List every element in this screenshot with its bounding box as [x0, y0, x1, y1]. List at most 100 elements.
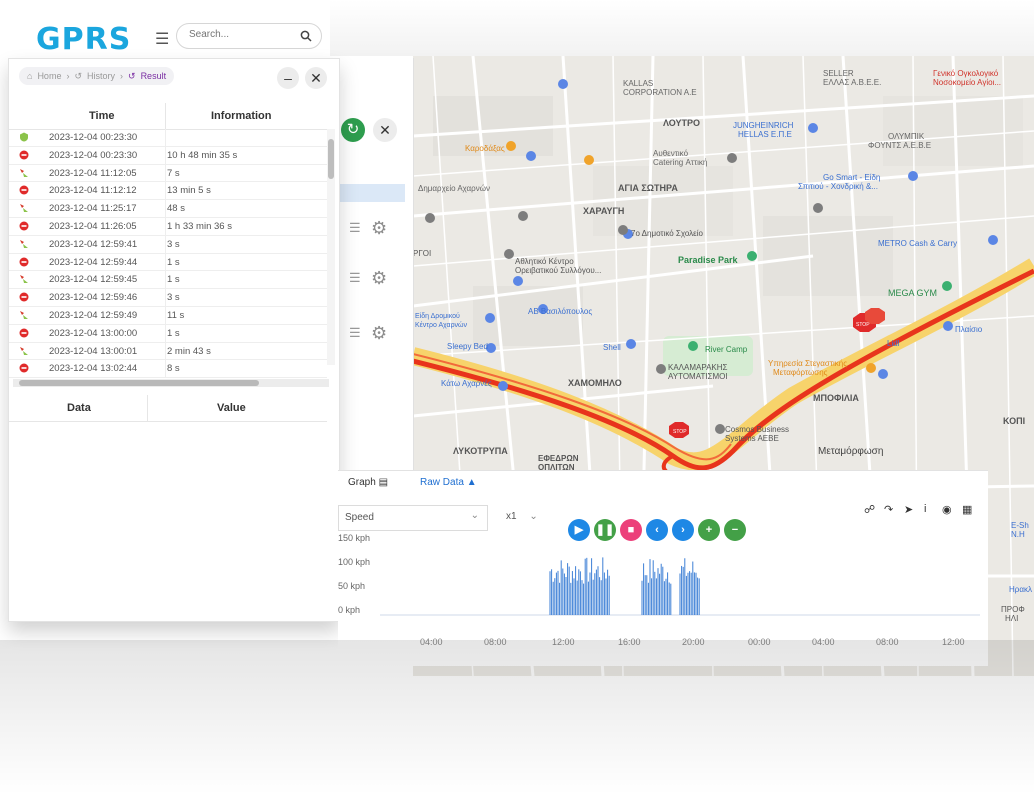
event-time: 2023-12-04 11:12:05: [49, 167, 137, 179]
speed-chart[interactable]: [380, 547, 980, 637]
result-panel: ⌂ Home › ↺ History › ↺ Result – ✕ Time I…: [8, 58, 340, 622]
app-logo[interactable]: GPRS: [36, 22, 131, 57]
stop-event-icon: [19, 221, 29, 231]
gear-icon[interactable]: ⚙: [371, 323, 387, 344]
history-icon[interactable]: ↺: [74, 71, 82, 82]
map-label: MEGA GYM: [888, 288, 937, 298]
history-icon: ↺: [128, 70, 136, 81]
event-time: 2023-12-04 00:23:30: [49, 149, 138, 161]
record-icon[interactable]: ◉: [942, 503, 952, 516]
table-row[interactable]: 2023-12-04 00:23:30 10 h 48 min 35 s: [9, 146, 327, 165]
breadcrumb-home[interactable]: Home: [37, 71, 61, 81]
map-label: Νοσοκομείο Αγίοι...: [933, 78, 1001, 87]
gear-icon[interactable]: ⚙: [371, 218, 387, 239]
event-information: 3 s: [167, 292, 180, 304]
y-tick-label: 100 kph: [338, 557, 371, 567]
search-box[interactable]: [176, 23, 322, 49]
table-row[interactable]: 2023-12-04 12:59:45 1 s: [9, 271, 327, 290]
event-time: 2023-12-04 12:59:44: [49, 256, 138, 268]
map-label: Καροδάξας: [465, 144, 505, 153]
table-row[interactable]: 2023-12-04 11:25:17 48 s: [9, 200, 327, 218]
info-icon[interactable]: i: [924, 503, 926, 515]
minimize-button[interactable]: –: [277, 67, 299, 89]
map-label: ΡΓΟΙ: [413, 249, 431, 258]
pause-button[interactable]: ❚❚: [594, 519, 616, 541]
hamburger-icon[interactable]: ☰: [349, 325, 361, 341]
forward-icon[interactable]: ↷: [884, 503, 893, 516]
breadcrumb-history[interactable]: History: [87, 71, 115, 81]
table-row[interactable]: 2023-12-04 12:59:49 11 s: [9, 306, 327, 325]
zoom-in-button[interactable]: +: [698, 519, 720, 541]
map-label: ΕΛΛΑΣ Α.Β.Ε.Ε.: [823, 78, 881, 87]
breadcrumb-result: Result: [140, 71, 167, 81]
tab-graph[interactable]: Graph ▤: [348, 477, 388, 488]
table-row[interactable]: 2023-12-04 13:00:01 2 min 43 s: [9, 342, 327, 361]
event-time: 2023-12-04 12:59:41: [49, 238, 138, 250]
playback-rate-select[interactable]: x1 ⌄: [506, 511, 538, 522]
map-label: ΛΥΚΟΤΡΥΠΑ: [453, 446, 508, 456]
stop-event-icon: [19, 150, 29, 160]
search-input[interactable]: [187, 28, 291, 41]
calendar-icon[interactable]: ▦: [962, 503, 972, 516]
tab-raw-data[interactable]: Raw Data ▲: [420, 477, 477, 488]
zoom-out-button[interactable]: −: [724, 519, 746, 541]
map-label: Catering Αττική: [653, 158, 707, 167]
map-label: ΧΑΡΑΥΓΗ: [583, 206, 624, 216]
start-event-icon: [20, 132, 28, 142]
refresh-button[interactable]: ↻: [341, 118, 365, 142]
table-row[interactable]: 2023-12-04 12:59:41 3 s: [9, 235, 327, 254]
chevron-down-icon: ⌄: [529, 511, 538, 522]
table-row[interactable]: 2023-12-04 12:59:44 1 s: [9, 253, 327, 272]
column-header-value[interactable]: Value: [217, 402, 246, 414]
table-row[interactable]: 2023-12-04 00:23:30: [9, 129, 327, 147]
selected-row[interactable]: [339, 184, 405, 202]
vertical-scrollbar[interactable]: [327, 129, 335, 365]
column-header-information[interactable]: Information: [211, 110, 272, 122]
previous-button[interactable]: ‹: [646, 519, 668, 541]
breadcrumb-separator: ›: [66, 71, 70, 81]
event-time: 2023-12-04 11:26:05: [49, 220, 137, 232]
metric-select[interactable]: Speed ⌄: [338, 505, 488, 531]
stop-event-icon: [19, 292, 29, 302]
hamburger-icon[interactable]: ☰: [349, 220, 361, 236]
table-row[interactable]: 2023-12-04 12:59:46 3 s: [9, 289, 327, 307]
move-event-icon: [20, 168, 28, 177]
home-icon[interactable]: ⌂: [27, 71, 32, 81]
map-label: Σπιτιού - Χονδρική &...: [798, 182, 878, 191]
gear-icon[interactable]: ⚙: [371, 268, 387, 289]
map-label: ΛΟΥΤΡΟ: [663, 118, 700, 128]
navigate-icon[interactable]: ➤: [904, 503, 913, 516]
map-label: ΕΦΕΔΡΩΝ: [538, 454, 579, 463]
close-button[interactable]: ✕: [305, 67, 327, 89]
table-row[interactable]: 2023-12-04 11:12:12 13 min 5 s: [9, 182, 327, 201]
map-label: ΑΒ Βασιλόπουλος: [528, 307, 592, 316]
next-button[interactable]: ›: [672, 519, 694, 541]
share-icon[interactable]: ☍: [864, 503, 875, 516]
close-icon[interactable]: ✕: [373, 118, 397, 142]
hamburger-icon[interactable]: ☰: [155, 32, 169, 48]
map-label: Μεταφόρτωσης: [773, 368, 828, 377]
stop-button[interactable]: ■: [620, 519, 642, 541]
event-information: 2 min 43 s: [167, 345, 211, 357]
speed-trace: [549, 557, 700, 615]
horizontal-scrollbar[interactable]: [13, 379, 329, 387]
hamburger-icon[interactable]: ☰: [349, 270, 361, 286]
play-button[interactable]: ▶: [568, 519, 590, 541]
column-header-time[interactable]: Time: [89, 110, 114, 122]
map-label: ΑΥΤΟΜΑΤΙΣΜΟΙ: [668, 372, 728, 381]
y-tick-label: 50 kph: [338, 581, 366, 591]
table-row[interactable]: 2023-12-04 11:12:05 7 s: [9, 164, 327, 183]
event-information: 1 s: [167, 327, 180, 339]
metric-select-value: Speed: [345, 512, 374, 523]
event-information: 11 s: [167, 309, 185, 321]
row-actions: ☰ ⚙: [349, 268, 399, 290]
event-information: 8 s: [167, 363, 180, 375]
table-row[interactable]: 2023-12-04 13:02:44 8 s: [9, 360, 327, 379]
column-header-data[interactable]: Data: [67, 402, 91, 414]
table-row[interactable]: 2023-12-04 13:00:00 1 s: [9, 324, 327, 343]
stop-event-icon: [19, 328, 29, 338]
map-label: Ορειβατικού Συλλόγου...: [515, 266, 601, 275]
map-label: ΜΠΟΦΙΛΙΑ: [813, 393, 859, 403]
table-row[interactable]: 2023-12-04 11:26:05 1 h 33 min 36 s: [9, 217, 327, 236]
search-icon[interactable]: [300, 30, 312, 42]
